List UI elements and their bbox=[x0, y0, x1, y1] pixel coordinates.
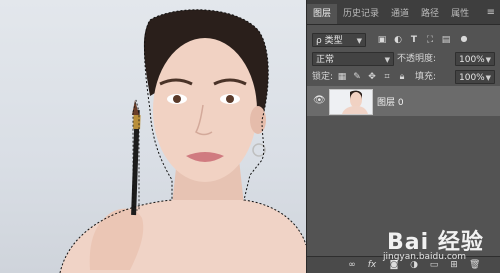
filter-toggle-icon[interactable]: ● bbox=[459, 34, 469, 44]
filter-kind-label: ρ 类型 bbox=[316, 36, 343, 46]
layer-name[interactable]: 图层 0 bbox=[377, 95, 404, 108]
layer-row[interactable]: 👁︎ 图层 0 bbox=[307, 86, 500, 116]
chevron-down-icon: ▼ bbox=[356, 37, 362, 45]
tab-history[interactable]: 历史记录 bbox=[337, 4, 385, 24]
watermark-url: jingyan.baidu.com bbox=[383, 252, 467, 262]
lock-pixels-icon[interactable]: ▦ bbox=[337, 72, 347, 82]
blend-mode-select[interactable]: 正常 ▼ bbox=[312, 52, 394, 66]
chevron-down-icon: ▼ bbox=[485, 74, 491, 82]
layer-thumbnail[interactable] bbox=[329, 89, 373, 115]
tab-properties[interactable]: 属性 bbox=[445, 4, 475, 24]
opacity-value: 100% bbox=[459, 55, 485, 65]
baidu-watermark: Bai 经验 jingyan.baidu.com bbox=[383, 218, 499, 268]
chevron-down-icon: ▼ bbox=[485, 56, 491, 64]
lock-all-icon[interactable]: 🔒︎ bbox=[397, 72, 407, 82]
filter-adjust-icon[interactable]: ◐ bbox=[393, 35, 403, 45]
filter-row: ρ 类型 ▼ ▣ ◐ T ⛶ ▤ ● bbox=[307, 31, 500, 49]
lock-move-icon[interactable]: ✥ bbox=[367, 72, 377, 82]
lock-label: 锁定: bbox=[312, 72, 334, 82]
chevron-down-icon: ▼ bbox=[384, 56, 390, 64]
document-canvas[interactable] bbox=[0, 0, 306, 273]
filter-type-icon[interactable]: T bbox=[409, 35, 419, 45]
filter-pixel-icon[interactable]: ▣ bbox=[377, 35, 387, 45]
thumbnail-image bbox=[330, 90, 372, 114]
panel-menu-icon[interactable]: ≡ bbox=[487, 7, 495, 18]
fill-value: 100% bbox=[459, 73, 485, 83]
lock-paint-icon[interactable]: ✎ bbox=[352, 72, 362, 82]
fill-label: 填充: bbox=[415, 72, 437, 82]
tab-channels[interactable]: 通道 bbox=[385, 4, 415, 24]
link-icon[interactable]: ∞ bbox=[347, 260, 357, 270]
opacity-input[interactable]: 100% ▼ bbox=[455, 52, 495, 66]
opacity-label: 不透明度: bbox=[397, 54, 437, 64]
lock-row: 锁定: ▦ ✎ ✥ ⌗ 🔒︎ 填充: 100% ▼ bbox=[307, 68, 500, 86]
filter-shape-icon[interactable]: ⛶ bbox=[425, 35, 435, 45]
filter-smart-icon[interactable]: ▤ bbox=[441, 35, 451, 45]
eye-icon[interactable]: 👁︎ bbox=[313, 95, 326, 107]
tab-paths[interactable]: 路径 bbox=[415, 4, 445, 24]
portrait-photo bbox=[59, 9, 306, 273]
fx-icon[interactable]: fx bbox=[367, 260, 377, 270]
lock-artboard-icon[interactable]: ⌗ bbox=[382, 72, 392, 82]
fill-input[interactable]: 100% ▼ bbox=[455, 70, 495, 84]
panel-tab-bar: 图层 历史记录 通道 路径 属性 ≡ bbox=[307, 0, 500, 25]
filter-kind-select[interactable]: ρ 类型 ▼ bbox=[312, 33, 366, 47]
blend-mode-value: 正常 bbox=[316, 55, 335, 65]
blend-row: 正常 ▼ 不透明度: 100% ▼ bbox=[307, 50, 500, 68]
tab-layers[interactable]: 图层 bbox=[307, 4, 338, 24]
